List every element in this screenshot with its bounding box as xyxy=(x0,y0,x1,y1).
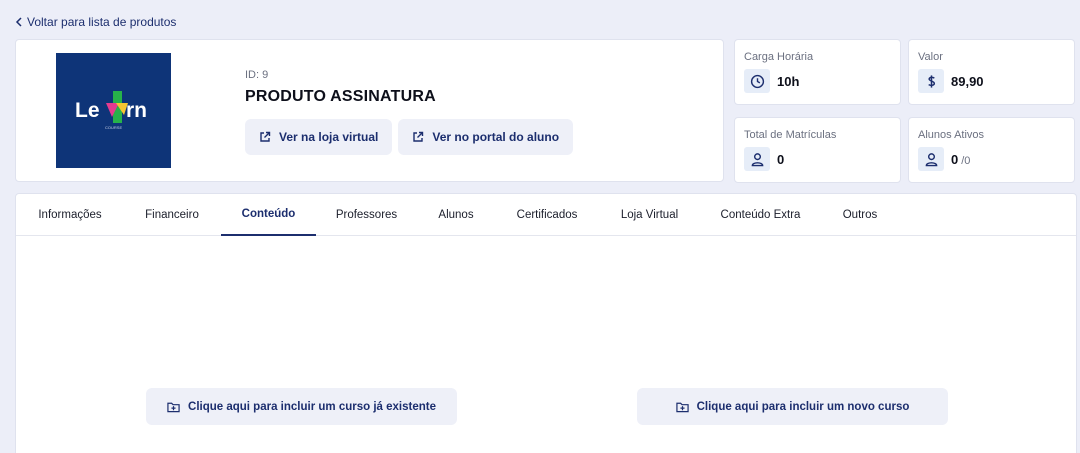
product-logo: Le rn COURSE xyxy=(56,53,171,168)
tab-certificados[interactable]: Certificados xyxy=(495,194,599,236)
view-store-label: Ver na loja virtual xyxy=(279,130,379,144)
view-store-button[interactable]: Ver na loja virtual xyxy=(245,119,393,155)
tab-outros[interactable]: Outros xyxy=(821,194,899,236)
svg-text:rn: rn xyxy=(126,99,147,122)
external-link-icon xyxy=(260,131,271,142)
tab-loja-virtual[interactable]: Loja Virtual xyxy=(599,194,700,236)
stat-value: 0 xyxy=(777,152,785,167)
tab-professores[interactable]: Professores xyxy=(316,194,417,236)
stat-label: Valor xyxy=(918,51,943,63)
tab-bar: Informações Financeiro Conteúdo Professo… xyxy=(16,194,1076,236)
back-to-products-link[interactable]: Voltar para lista de produtos xyxy=(15,15,176,29)
product-header-card: Le rn COURSE ID: 9 PRODUTO ASSINATURA Ve… xyxy=(15,39,724,182)
include-existing-course-button[interactable]: Clique aqui para incluir um curso já exi… xyxy=(146,388,457,425)
stat-value-total: /0 xyxy=(961,155,971,167)
product-id: ID: 9 xyxy=(245,69,269,81)
stat-valor: Valor 89,90 xyxy=(908,39,1075,105)
tab-alunos[interactable]: Alunos xyxy=(417,194,495,236)
folder-plus-icon xyxy=(167,402,180,412)
stat-label: Carga Horária xyxy=(744,51,814,63)
external-link-icon xyxy=(413,131,424,142)
tab-conteudo[interactable]: Conteúdo xyxy=(221,194,316,236)
chevron-left-icon xyxy=(15,17,22,27)
clock-icon xyxy=(744,69,770,93)
stat-carga-horaria: Carga Horária 10h xyxy=(734,39,901,105)
product-name: PRODUTO ASSINATURA xyxy=(245,88,436,105)
tab-financeiro[interactable]: Financeiro xyxy=(124,194,220,236)
stat-value: 0/0 xyxy=(951,152,970,167)
stat-alunos-ativos: Alunos Ativos 0/0 xyxy=(908,117,1075,183)
include-new-course-button[interactable]: Clique aqui para incluir um novo curso xyxy=(637,388,948,425)
tab-informacoes[interactable]: Informações xyxy=(16,194,124,236)
dollar-icon xyxy=(918,69,944,93)
view-student-portal-button[interactable]: Ver no portal do aluno xyxy=(398,119,574,155)
view-student-portal-label: Ver no portal do aluno xyxy=(432,130,560,144)
content-panel: Informações Financeiro Conteúdo Professo… xyxy=(15,193,1077,453)
user-icon xyxy=(918,147,944,171)
back-link-label: Voltar para lista de produtos xyxy=(27,15,177,29)
svg-text:COURSE: COURSE xyxy=(105,125,122,130)
stat-label: Total de Matrículas xyxy=(744,129,837,141)
folder-plus-icon xyxy=(675,402,689,412)
stat-total-matriculas: Total de Matrículas 0 xyxy=(734,117,901,183)
user-icon xyxy=(744,147,770,171)
stat-value: 10h xyxy=(777,74,800,89)
include-new-course-label: Clique aqui para incluir um novo curso xyxy=(696,400,910,413)
tab-conteudo-extra[interactable]: Conteúdo Extra xyxy=(700,194,821,236)
stat-value: 89,90 xyxy=(951,74,984,89)
include-existing-course-label: Clique aqui para incluir um curso já exi… xyxy=(188,400,436,413)
stat-value-number: 0 xyxy=(951,152,959,167)
stat-label: Alunos Ativos xyxy=(918,129,985,141)
svg-text:Le: Le xyxy=(75,99,100,122)
